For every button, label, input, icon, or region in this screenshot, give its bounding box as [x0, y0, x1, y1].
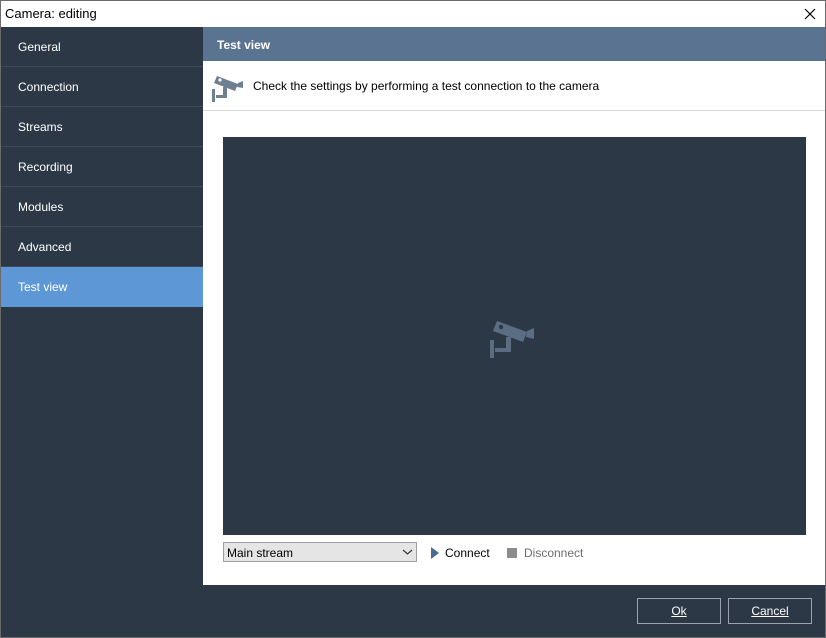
security-camera-icon	[212, 76, 243, 102]
section-header: Test view	[203, 27, 825, 61]
sidebar-item-label: Connection	[18, 80, 79, 94]
title-bar: Camera: editing	[1, 1, 825, 27]
chevron-down-icon	[402, 549, 413, 555]
settings-sidebar: General Connection Streams Recording Mod…	[1, 27, 203, 585]
test-video-viewport	[223, 137, 806, 535]
ok-label: Ok	[671, 604, 687, 618]
sidebar-item-test-view[interactable]: Test view	[1, 267, 203, 307]
window-title: Camera: editing	[5, 6, 97, 21]
sidebar-item-modules[interactable]: Modules	[1, 187, 203, 227]
ok-button[interactable]: Ok	[637, 598, 721, 624]
info-row: Check the settings by performing a test …	[203, 61, 825, 111]
cancel-label: Cancel	[751, 604, 789, 618]
sidebar-item-label: General	[18, 40, 61, 54]
camera-editing-dialog: Camera: editing General Connection Strea…	[0, 0, 826, 638]
sidebar-item-label: Recording	[18, 160, 73, 174]
info-text: Check the settings by performing a test …	[253, 79, 600, 93]
sidebar-item-connection[interactable]: Connection	[1, 67, 203, 107]
sidebar-item-general[interactable]: General	[1, 27, 203, 67]
disconnect-label: Disconnect	[524, 546, 584, 560]
sidebar-item-label: Advanced	[18, 240, 72, 254]
sidebar-item-advanced[interactable]: Advanced	[1, 227, 203, 267]
section-title: Test view	[217, 38, 271, 52]
sidebar-item-streams[interactable]: Streams	[1, 107, 203, 147]
stream-select-value: Main stream	[227, 546, 294, 560]
sidebar-item-label: Test view	[18, 280, 68, 294]
sidebar-item-recording[interactable]: Recording	[1, 147, 203, 187]
dialog-footer: Ok Cancel	[1, 585, 825, 637]
security-camera-icon	[490, 321, 534, 358]
sidebar-item-label: Modules	[18, 200, 64, 214]
main-panel: Test view Check the settings by performi…	[203, 27, 825, 585]
stream-select[interactable]: Main stream	[223, 542, 417, 562]
stop-icon	[507, 548, 517, 558]
connect-button[interactable]: Connect	[431, 545, 490, 561]
cancel-button[interactable]: Cancel	[728, 598, 812, 624]
sidebar-item-label: Streams	[18, 120, 63, 134]
disconnect-button[interactable]: Disconnect	[507, 545, 583, 561]
connect-label: Connect	[445, 546, 490, 560]
close-icon	[804, 8, 816, 20]
close-button[interactable]	[795, 1, 825, 27]
play-icon	[431, 547, 439, 559]
stream-controls: Main stream Connect Disconnect	[223, 542, 806, 564]
